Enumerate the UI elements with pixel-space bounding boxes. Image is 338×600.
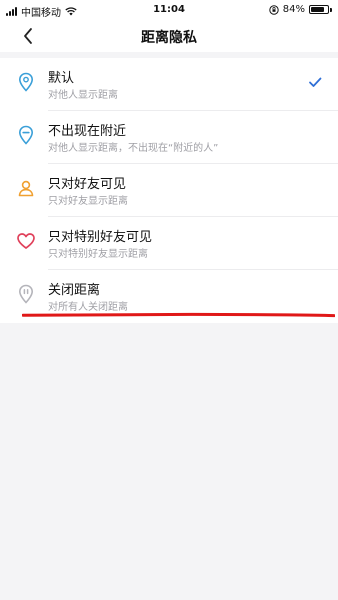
heart-icon bbox=[16, 231, 36, 251]
battery-percent: 84% bbox=[282, 4, 305, 15]
option-title: 只对特别好友可见 bbox=[48, 230, 153, 245]
option-special-friends-only[interactable]: 只对特别好友可见 只对特别好友显示距离 bbox=[0, 217, 338, 270]
red-underline-annotation bbox=[22, 312, 335, 318]
option-title: 关闭距离 bbox=[48, 283, 101, 298]
option-subtitle: 对所有人关闭距离 bbox=[48, 302, 128, 313]
option-subtitle: 只对好友显示距离 bbox=[48, 196, 128, 207]
location-pin-off-icon bbox=[16, 284, 36, 304]
option-title: 不出现在附近 bbox=[48, 124, 127, 139]
screen: 中国移动 11:04 84% 距离隐私 默认 对他人显示距离 不出现在附近 对他… bbox=[0, 0, 338, 600]
battery-cap bbox=[330, 7, 332, 12]
option-friends-only[interactable]: 只对好友可见 只对好友显示距离 bbox=[0, 164, 338, 217]
page-title: 距离隐私 bbox=[141, 30, 197, 46]
status-bar: 中国移动 11:04 84% bbox=[0, 0, 338, 20]
option-hide-from-nearby[interactable]: 不出现在附近 对他人显示距离，不出现在“附近的人” bbox=[0, 111, 338, 164]
option-subtitle: 对他人显示距离 bbox=[48, 90, 118, 101]
option-subtitle: 对他人显示距离，不出现在“附近的人” bbox=[48, 143, 219, 154]
person-icon bbox=[16, 178, 36, 198]
battery-icon bbox=[309, 5, 329, 14]
battery-fill bbox=[311, 7, 325, 12]
privacy-options-list: 默认 对他人显示距离 不出现在附近 对他人显示距离，不出现在“附近的人” 只对好… bbox=[0, 58, 338, 323]
option-default[interactable]: 默认 对他人显示距离 bbox=[0, 58, 338, 111]
location-pin-icon bbox=[16, 72, 36, 92]
option-title: 只对好友可见 bbox=[48, 177, 127, 192]
checkmark-icon bbox=[309, 77, 322, 87]
option-subtitle: 只对特别好友显示距离 bbox=[48, 249, 148, 260]
rotation-lock-icon bbox=[269, 4, 279, 15]
status-right: 84% bbox=[269, 4, 332, 15]
location-pin-minus-icon bbox=[16, 125, 36, 145]
nav-bar: 距离隐私 bbox=[0, 20, 338, 52]
option-title: 默认 bbox=[48, 71, 75, 86]
